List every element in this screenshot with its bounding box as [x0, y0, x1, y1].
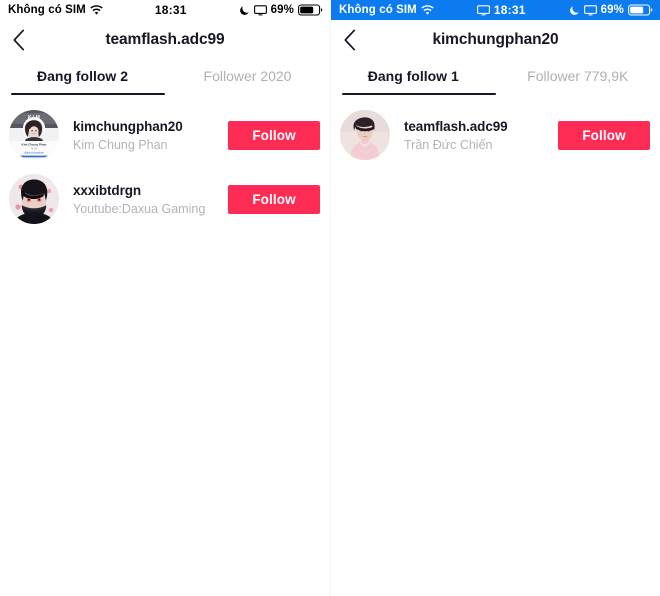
tab-bar-right: Đang follow 1 Follower 779,9K — [331, 60, 660, 95]
avatar-teamflash-adc99[interactable] — [340, 110, 390, 160]
status-bar-left-group: Không có SIM — [339, 4, 434, 16]
display-name-label: Youtube:Daxua Gaming — [73, 201, 206, 216]
screen-mirroring-icon — [583, 4, 597, 16]
page-title: teamflash.adc99 — [105, 31, 225, 48]
list-item[interactable]: K I M Kim Chung Phan TikTok @kimchungpha… — [0, 103, 330, 167]
tab-followers[interactable]: Follower 2020 — [165, 60, 330, 95]
status-bar-center-group: 18:31 — [103, 3, 239, 17]
status-bar-left-group: Không có SIM — [8, 4, 103, 16]
carrier-label: Không có SIM — [8, 4, 86, 16]
dual-screenshot-container: Không có SIM 18:31 69% teamflash.adc99 Đ… — [0, 0, 660, 596]
phone-screen-right: Không có SIM 18:31 69% kimchungphan20 Đa… — [330, 0, 660, 596]
nav-bar-left: teamflash.adc99 — [0, 20, 330, 60]
username-label: kimchungphan20 — [73, 118, 183, 134]
list-item[interactable]: teamflash.adc99 Trần Đức Chiến Follow — [331, 103, 660, 167]
status-bar-left: Không có SIM 18:31 69% — [0, 0, 330, 20]
follow-button[interactable]: Follow — [558, 120, 650, 150]
follow-button[interactable]: Follow — [228, 120, 320, 150]
chevron-left-icon — [343, 29, 357, 51]
screen-mirroring-icon — [476, 4, 490, 16]
list-item[interactable]: xxxibtdrgn Youtube:Daxua Gaming Follow — [0, 167, 330, 231]
display-name-label: Kim Chung Phan — [73, 137, 168, 152]
svg-text:TikTok: TikTok — [31, 148, 38, 150]
follow-button[interactable]: Follow — [228, 184, 320, 214]
user-list-left: K I M Kim Chung Phan TikTok @kimchungpha… — [0, 95, 330, 596]
tab-bar-left: Đang follow 2 Follower 2020 — [0, 60, 330, 95]
status-bar-right: Không có SIM 18:31 69% — [331, 0, 660, 20]
battery-icon — [298, 4, 323, 16]
battery-percent-label: 69% — [600, 4, 624, 16]
status-bar-center-group: 18:31 — [434, 3, 569, 17]
tab-followers[interactable]: Follower 779,9K — [496, 60, 660, 95]
active-tab-indicator — [342, 92, 496, 95]
tab-following[interactable]: Đang follow 1 — [331, 60, 496, 95]
user-meta: xxxibtdrgn Youtube:Daxua Gaming — [59, 183, 228, 216]
moon-icon — [569, 5, 580, 16]
battery-percent-label: 69% — [270, 4, 294, 16]
tab-following[interactable]: Đang follow 2 — [0, 60, 165, 95]
page-title: kimchungphan20 — [432, 31, 559, 48]
carrier-label: Không có SIM — [339, 4, 417, 16]
clock-label: 18:31 — [493, 3, 526, 17]
active-tab-indicator — [11, 92, 165, 95]
user-list-right: teamflash.adc99 Trần Đức Chiến Follow — [331, 95, 660, 596]
avatar-xxxibtdrgn[interactable] — [9, 174, 59, 224]
back-button[interactable] — [343, 27, 369, 53]
username-label: xxxibtdrgn — [73, 182, 142, 198]
nav-bar-right: kimchungphan20 — [331, 20, 660, 60]
username-label: teamflash.adc99 — [404, 118, 508, 134]
screen-mirroring-icon — [253, 4, 267, 16]
clock-label: 18:31 — [154, 3, 187, 17]
user-meta: kimchungphan20 Kim Chung Phan — [59, 119, 228, 152]
moon-icon — [239, 5, 250, 16]
svg-text:Kim Chung Phan: Kim Chung Phan — [22, 143, 47, 147]
svg-text:@kimchungphan: @kimchungphan — [24, 150, 44, 154]
wifi-icon — [90, 4, 103, 16]
status-bar-right-group: 69% — [239, 4, 323, 16]
wifi-icon — [421, 4, 434, 16]
chevron-left-icon — [12, 29, 26, 51]
status-bar-right-group: 69% — [569, 4, 653, 16]
battery-icon — [628, 4, 653, 16]
display-name-label: Trần Đức Chiến — [404, 137, 493, 152]
avatar-kimchungphan20[interactable]: K I M Kim Chung Phan TikTok @kimchungpha… — [9, 110, 59, 160]
user-meta: teamflash.adc99 Trần Đức Chiến — [390, 119, 558, 152]
back-button[interactable] — [12, 27, 38, 53]
phone-screen-left: Không có SIM 18:31 69% teamflash.adc99 Đ… — [0, 0, 330, 596]
